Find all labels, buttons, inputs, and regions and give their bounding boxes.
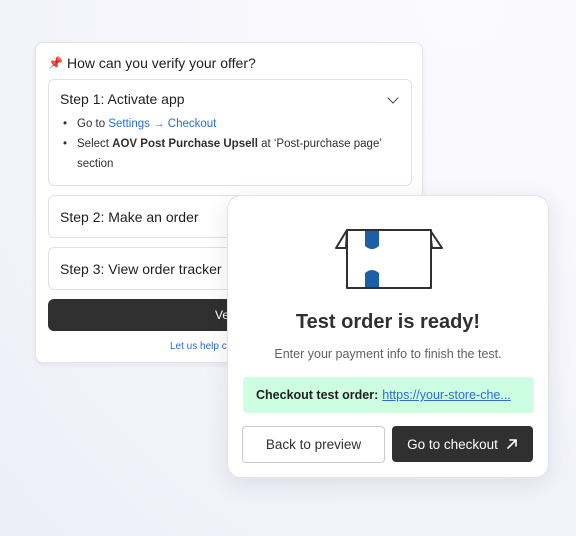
step-1-instructions: • Go to Settings → Checkout • Select AOV… <box>63 114 382 174</box>
list-item: • Go to Settings → Checkout <box>63 118 217 130</box>
arrow-up-right-icon <box>507 439 517 449</box>
back-to-preview-button[interactable]: Back to preview <box>242 426 385 463</box>
verify-offer-heading: 📌 How can you verify your offer? <box>48 55 256 71</box>
chevron-down-icon[interactable] <box>387 92 399 104</box>
bullet-text: at ‘Post-purchase page’ <box>257 138 382 150</box>
package-box-icon <box>335 229 443 289</box>
bullet-text: Go to <box>77 118 109 130</box>
checkout-test-order-banner: Checkout test order: https://your-store-… <box>243 377 534 413</box>
bullet-text: section <box>77 158 114 170</box>
app-name: AOV Post Purchase Upsell <box>112 138 258 150</box>
help-link[interactable]: Let us help c <box>170 341 227 352</box>
verify-offer-title: How can you verify your offer? <box>66 55 256 71</box>
step-3-title: Step 3: View order tracker <box>60 261 222 277</box>
settings-checkout-link[interactable]: Settings → Checkout <box>108 118 216 130</box>
go-to-checkout-button[interactable]: Go to checkout <box>392 426 533 462</box>
pushpin-icon: 📌 <box>48 56 63 70</box>
test-order-modal: Test order is ready! Enter your payment … <box>227 195 549 478</box>
modal-subtitle: Enter your payment info to finish the te… <box>274 347 502 361</box>
step-2-title: Step 2: Make an order <box>60 209 199 225</box>
bullet-text: Select <box>77 138 113 150</box>
list-item: • Select AOV Post Purchase Upsell at ‘Po… <box>63 138 382 170</box>
go-to-checkout-label: Go to checkout <box>407 436 498 452</box>
checkout-label: Checkout test order: <box>256 388 379 402</box>
checkout-url-link[interactable]: https://your-store-che... <box>382 388 511 402</box>
modal-title: Test order is ready! <box>295 311 481 333</box>
step-1-accordion[interactable]: Step 1: Activate app • Go to Settings → … <box>48 79 412 186</box>
step-1-title: Step 1: Activate app <box>60 91 185 107</box>
